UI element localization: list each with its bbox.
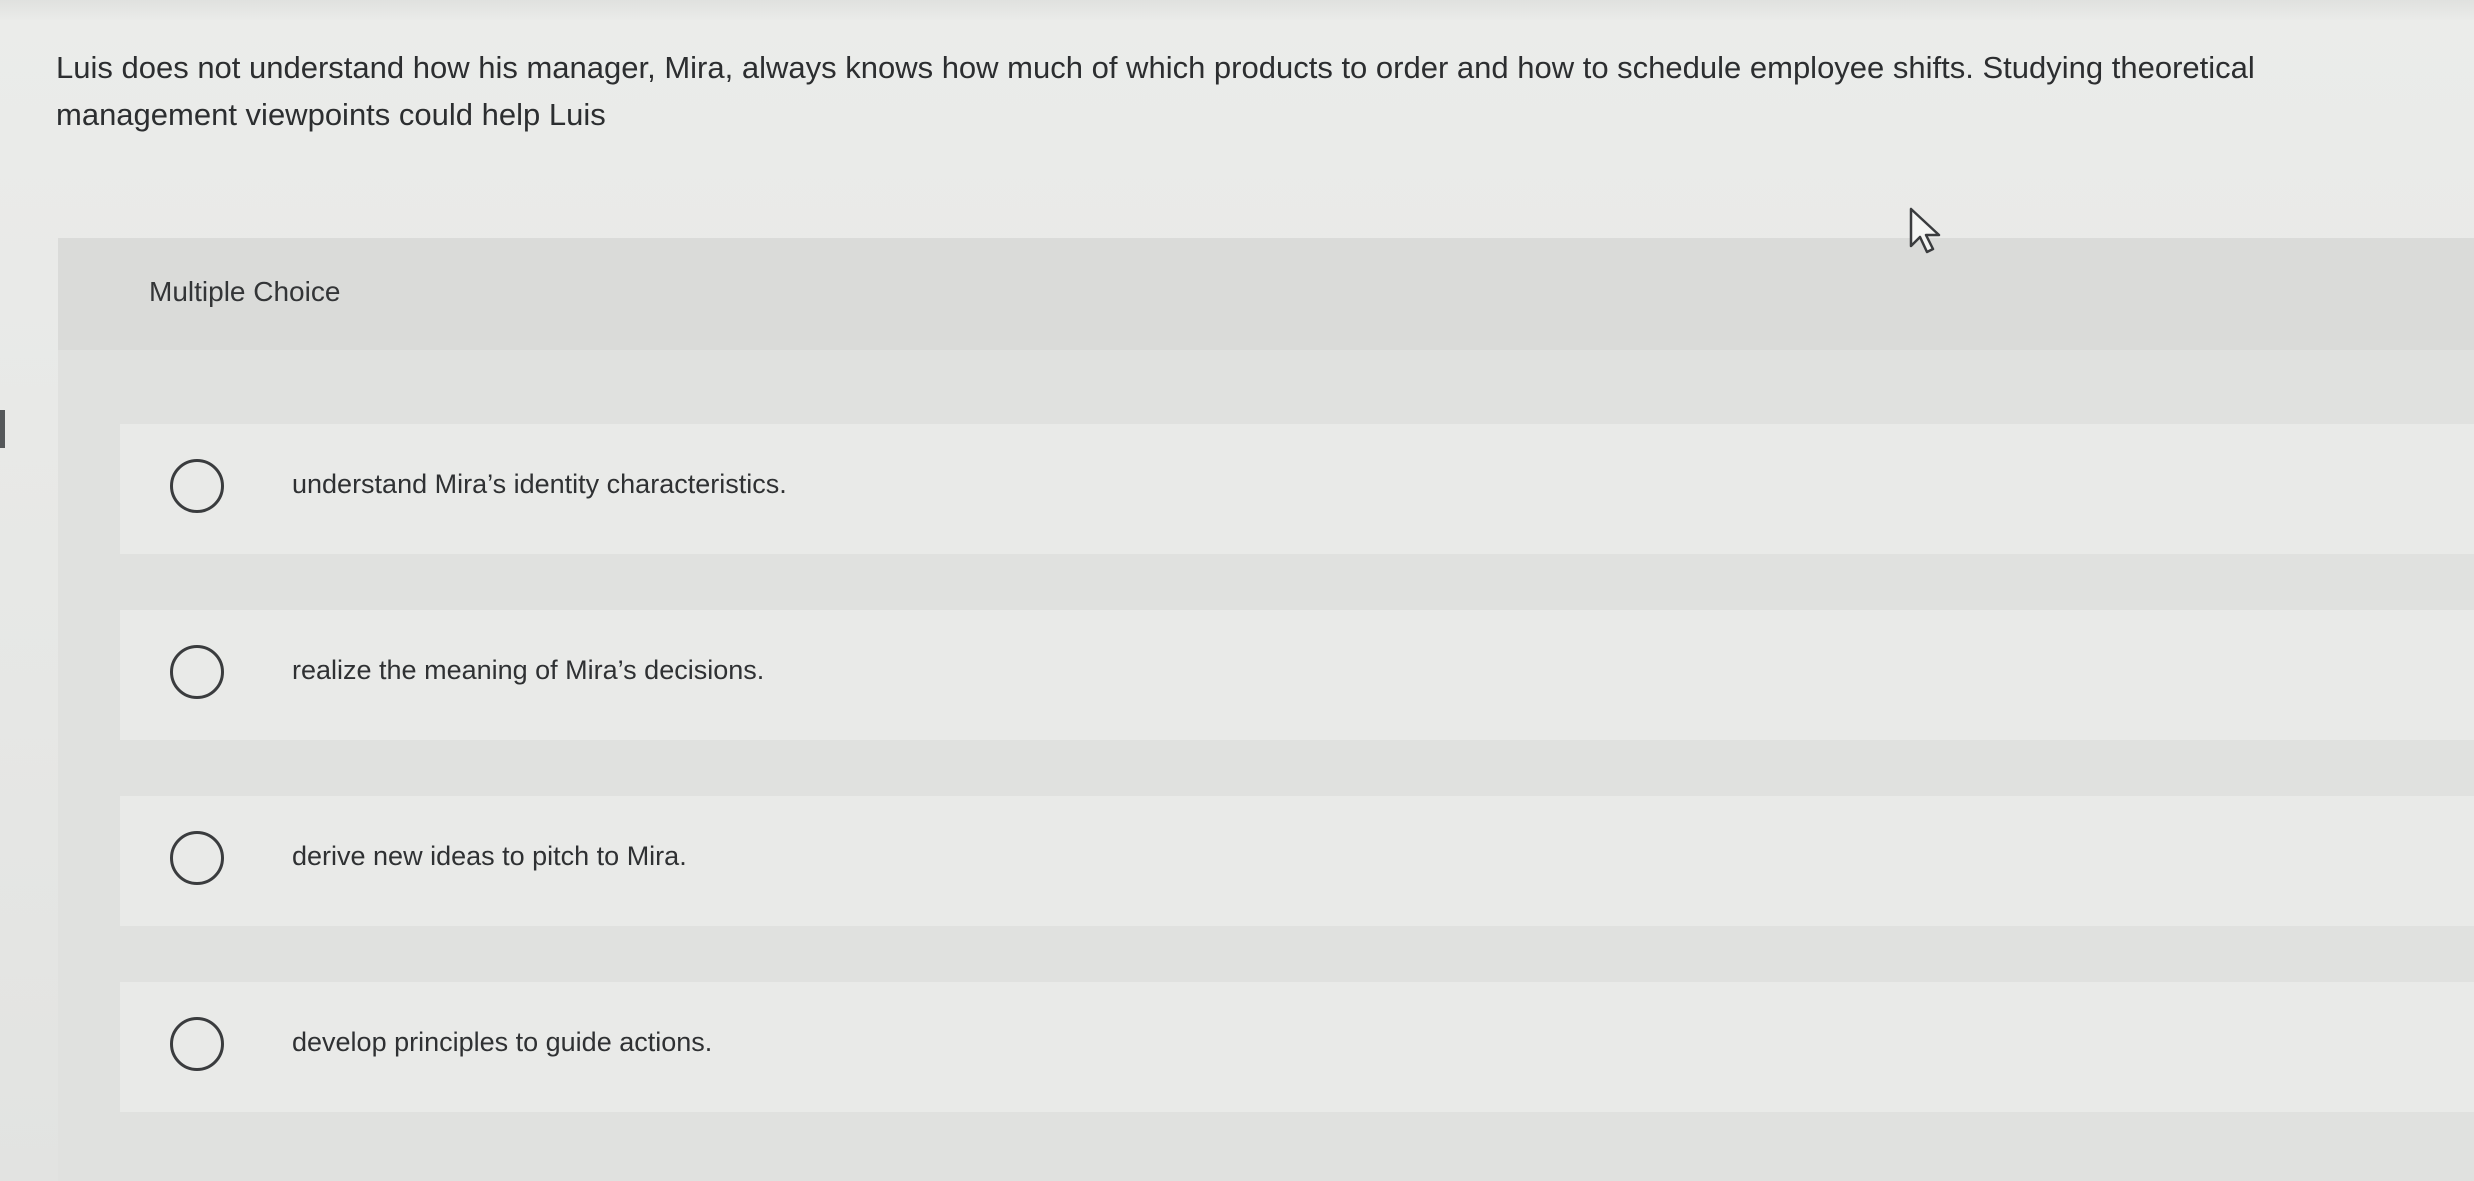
radio-circle-icon[interactable] xyxy=(170,1017,224,1071)
answer-option-label: derive new ideas to pitch to Mira. xyxy=(292,841,687,871)
answer-option-label: realize the meaning of Mira’s decisions. xyxy=(292,655,765,685)
radio-circle-icon[interactable] xyxy=(170,831,224,885)
radio-circle-icon[interactable] xyxy=(170,459,224,513)
question-prompt: Luis does not understand how his manager… xyxy=(56,50,2255,132)
answer-option-1[interactable]: understand Mira’s identity characteristi… xyxy=(120,424,2474,554)
answer-option-label: develop principles to guide actions. xyxy=(292,1027,713,1057)
answer-option-label: understand Mira’s identity characteristi… xyxy=(292,469,787,499)
question-type-label: Multiple Choice xyxy=(149,276,341,307)
left-edge-marker xyxy=(0,410,5,448)
answer-option-2[interactable]: realize the meaning of Mira’s decisions. xyxy=(120,610,2474,740)
panel-header: Multiple Choice xyxy=(58,238,2474,350)
mouse-pointer-icon xyxy=(1909,207,1941,254)
radio-circle-icon[interactable] xyxy=(170,645,224,699)
answer-option-3[interactable]: derive new ideas to pitch to Mira. xyxy=(120,796,2474,926)
top-edge xyxy=(0,0,2474,20)
answer-option-4[interactable]: develop principles to guide actions. xyxy=(120,982,2474,1112)
multiple-choice-panel: Multiple Choice understand Mira’s identi… xyxy=(58,238,2474,1181)
